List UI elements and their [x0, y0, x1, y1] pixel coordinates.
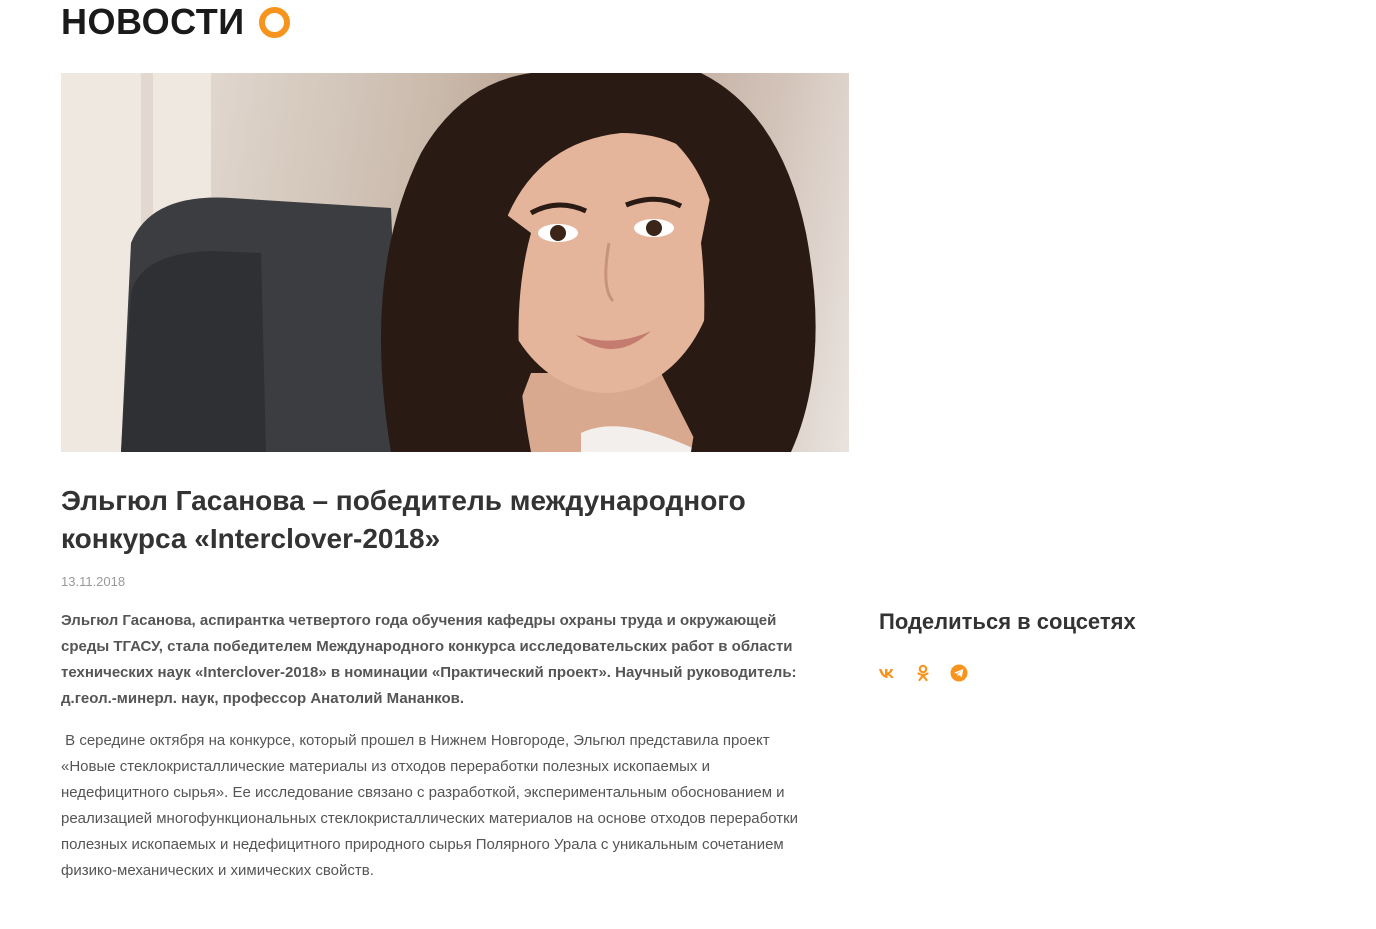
- article-title: Эльгюл Гасанова – победитель международн…: [61, 485, 746, 554]
- share-icons: [878, 664, 968, 682]
- share-title: Поделиться в соцсетях: [879, 609, 1136, 634]
- article-image: [61, 73, 849, 452]
- telegram-icon[interactable]: [950, 664, 968, 682]
- section-header: НОВОСТИ: [61, 0, 290, 44]
- vk-icon[interactable]: [878, 664, 896, 682]
- article-date: 13.11.2018: [61, 574, 126, 589]
- odnoklassniki-icon[interactable]: [914, 664, 932, 682]
- article-lead: Эльгюл Гасанова, аспирантка четвертого г…: [61, 612, 797, 707]
- section-title: НОВОСТИ: [61, 1, 245, 42]
- ring-icon: [258, 6, 290, 38]
- article-body: В середине октября на конкурсе, который …: [61, 732, 803, 879]
- portrait-illustration: [61, 73, 816, 452]
